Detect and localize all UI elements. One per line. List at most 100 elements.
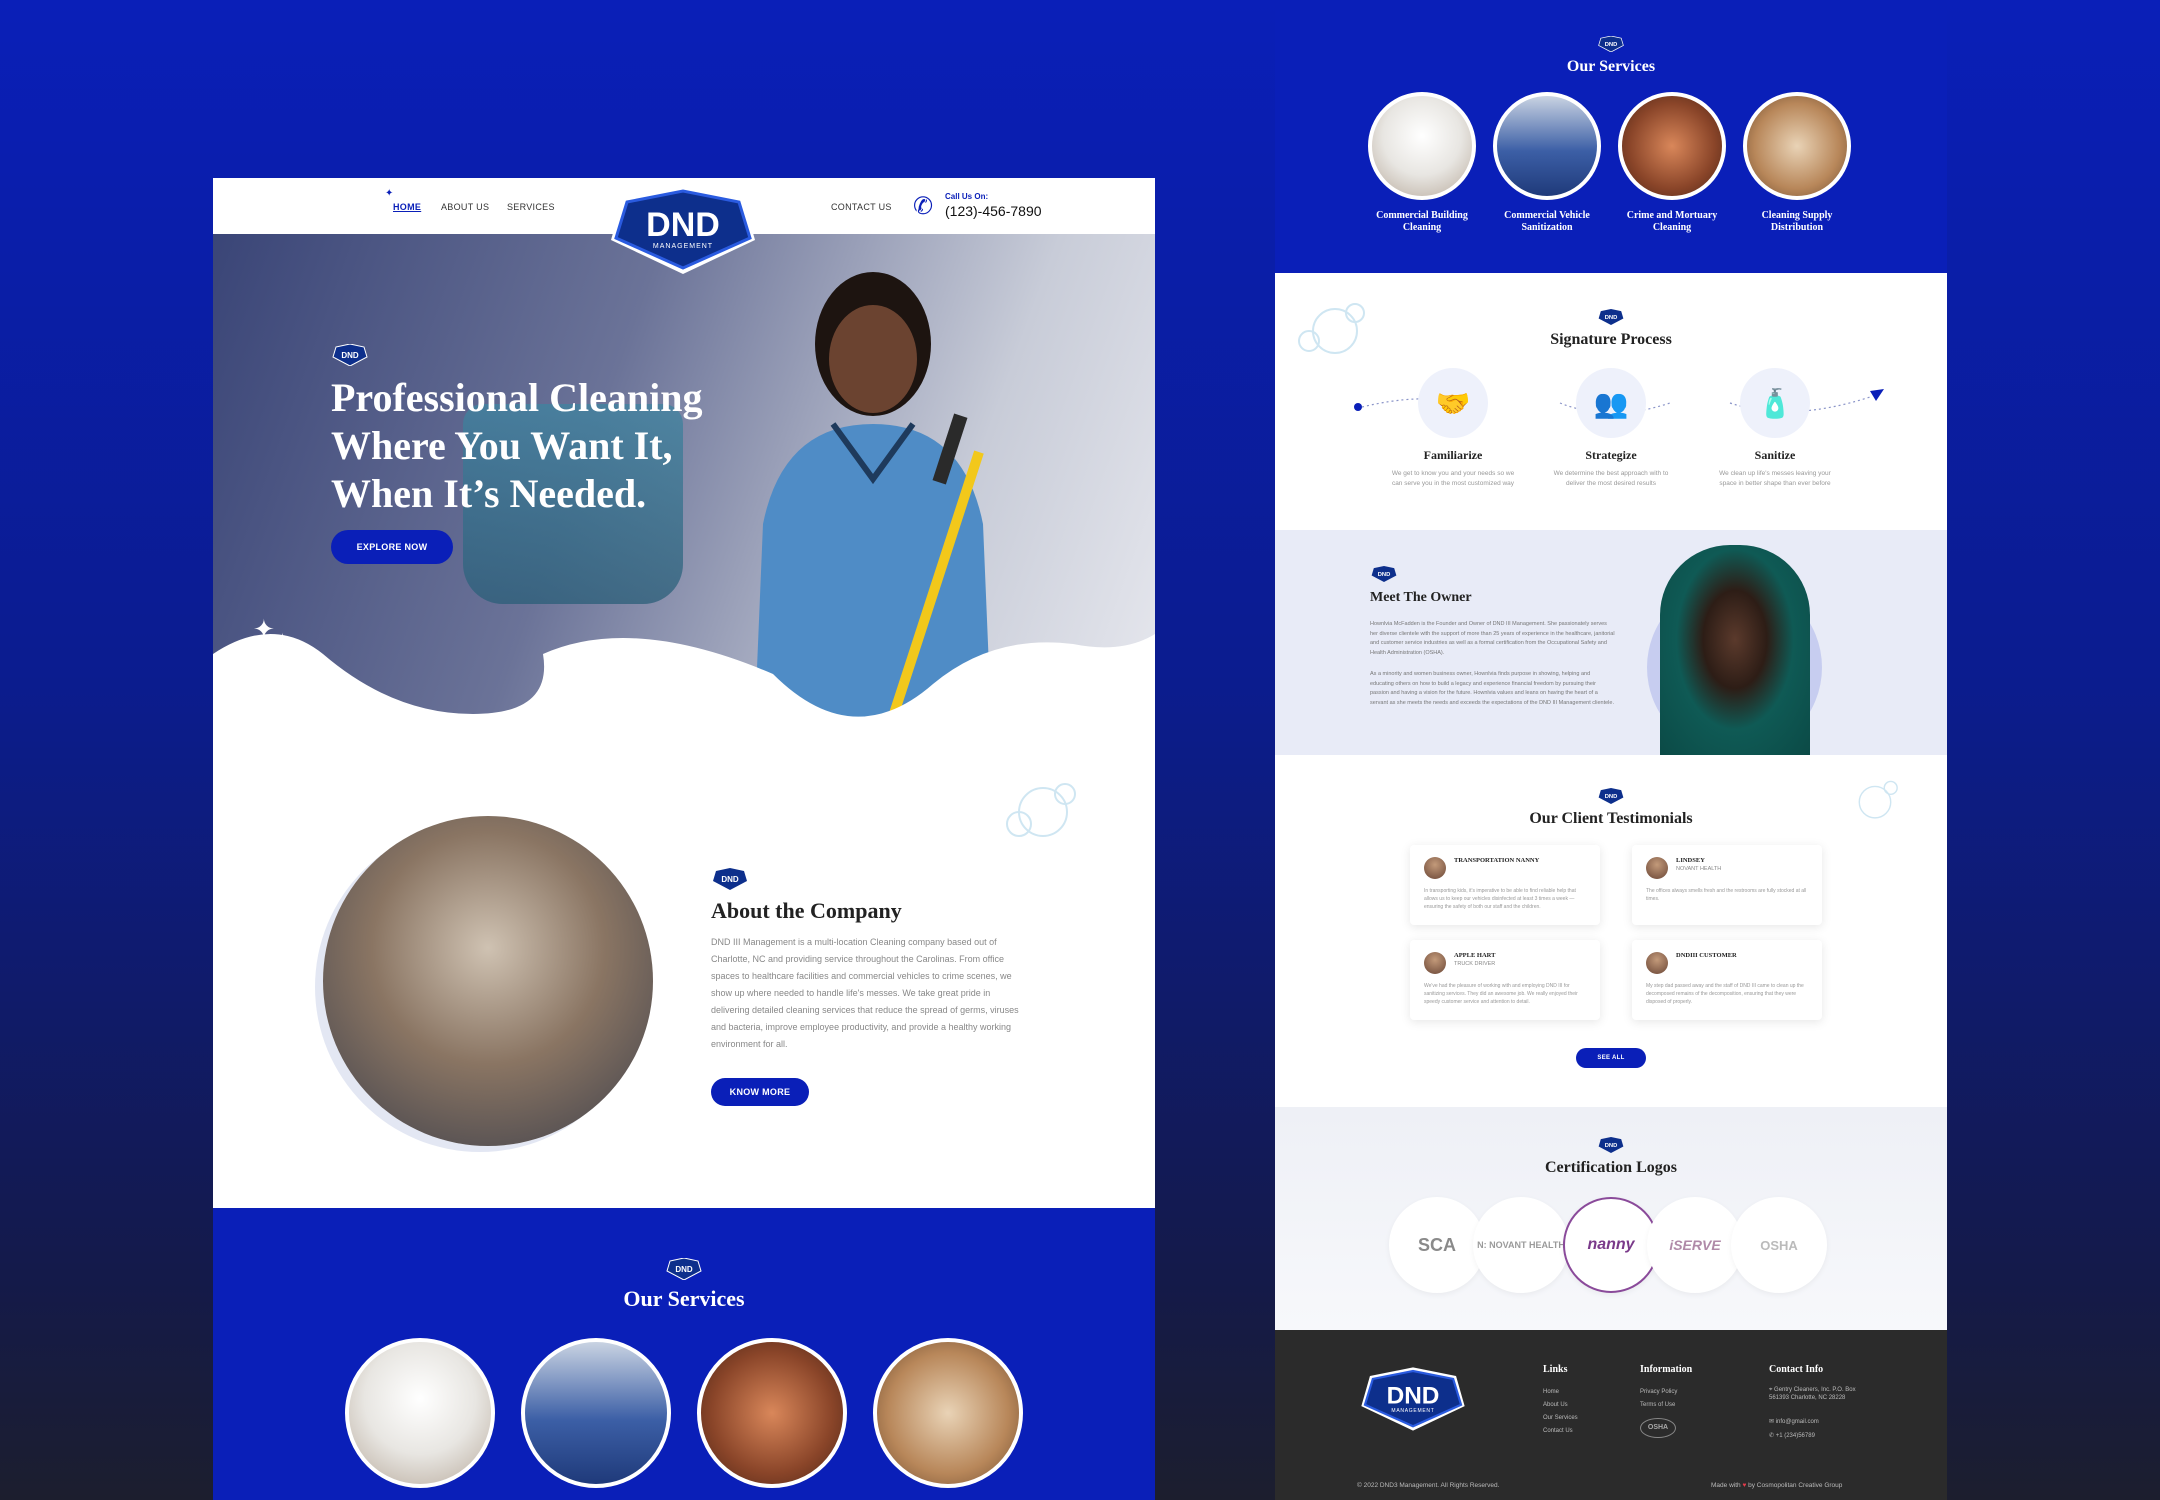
- testimonials-title: Our Client Testimonials: [1529, 810, 1693, 827]
- know-more-button[interactable]: KNOW MORE: [711, 1078, 809, 1106]
- testimonial-card: APPLE HART TRUCK DRIVER We've had the pl…: [1410, 940, 1600, 1020]
- testimonial-name: DNDIII CUSTOMER: [1676, 952, 1737, 959]
- logo-text: DND: [1387, 1382, 1440, 1409]
- hero-title: Professional Cleaning Where You Want It,…: [331, 375, 703, 516]
- service-label[interactable]: Crime and Mortuary Cleaning: [1617, 210, 1727, 234]
- footer-phone[interactable]: ✆ +1 (234)56789: [1769, 1430, 1815, 1443]
- about-photo: [323, 816, 653, 1146]
- service-image-crime[interactable]: [1618, 92, 1726, 200]
- testimonial-text: We've had the pleasure of working with a…: [1424, 983, 1578, 1005]
- phone-icon: ✆: [913, 193, 934, 220]
- cert-logo-osha: OSHA: [1731, 1197, 1827, 1293]
- badge-text: DND: [1378, 572, 1391, 578]
- footer-link[interactable]: Terms of Use: [1640, 1399, 1677, 1412]
- footer: DND MANAGEMENT Links Home About Us Our S…: [1275, 1330, 1947, 1500]
- explore-now-button[interactable]: EXPLORE NOW: [331, 530, 453, 564]
- owner-photo: [1660, 545, 1810, 755]
- see-all-button[interactable]: SEE ALL: [1576, 1048, 1646, 1068]
- footer-link[interactable]: Our Services: [1543, 1412, 1578, 1425]
- step-title: Familiarize: [1423, 448, 1483, 462]
- testimonials-section: DND Our Client Testimonials TRANSPORTATI…: [1275, 755, 1947, 1107]
- step-desc: We clean up life's messes leaving your s…: [1719, 470, 1831, 487]
- cert-logo-nanny: nanny: [1563, 1197, 1659, 1293]
- process-title: Signature Process: [1550, 331, 1672, 348]
- sparkle-icon: ✦: [711, 704, 727, 724]
- logo-badge: DND: [1598, 36, 1624, 52]
- service-label[interactable]: Commercial Vehicle Sanitization: [1492, 210, 1602, 234]
- services-logo-badge: DND: [666, 1258, 702, 1280]
- hero-section: DND Professional Cleaning Where You Want…: [213, 234, 1155, 754]
- step-desc: We determine the best approach with to d…: [1553, 470, 1669, 487]
- sparkle-icon: ✦: [253, 614, 275, 644]
- phone-text[interactable]: +1 (234)56789: [1776, 1433, 1815, 1439]
- call-label: Call Us On:: [945, 192, 989, 201]
- nav-contact-link[interactable]: CONTACT US: [831, 202, 892, 212]
- services-title-right: Our Services: [1566, 58, 1656, 75]
- nav-home-link[interactable]: HOME: [393, 202, 421, 212]
- about-section: DND About the Company DND III Management…: [213, 754, 1155, 1208]
- badge-text: DND: [721, 875, 739, 884]
- process-step-strategize: 👥 Strategize We determine the best appro…: [1546, 368, 1676, 489]
- service-image-building[interactable]: [1368, 92, 1476, 200]
- testimonial-card: LINDSEY NOVANT HEALTH The offices always…: [1632, 845, 1822, 925]
- copyright: © 2022 DND3 Management. All Rights Reser…: [1357, 1482, 1500, 1489]
- testimonial-text: The offices always smells fresh and the …: [1646, 888, 1807, 902]
- cert-logo-novant: N: NOVANT HEALTH: [1473, 1197, 1569, 1293]
- service-image-supply[interactable]: [873, 1338, 1023, 1488]
- footer-contact-title: Contact Info: [1769, 1364, 1824, 1375]
- service-image-vehicle[interactable]: [521, 1338, 671, 1488]
- about-body: DND III Management is a multi-location C…: [711, 937, 1019, 1049]
- about-logo-badge: DND: [713, 868, 747, 890]
- hero-logo-badge: DND: [332, 344, 368, 366]
- team-meeting-icon: 👥: [1576, 368, 1646, 438]
- footer-links-list: Home About Us Our Services Contact Us: [1543, 1386, 1578, 1438]
- spray-bottle-icon: 🧴: [1740, 368, 1810, 438]
- step-title: Sanitize: [1754, 448, 1796, 462]
- badge-text: DND: [1605, 794, 1618, 800]
- signature-process-section: DND Signature Process 🤝 Familiarize We g…: [1275, 273, 1947, 530]
- email-text[interactable]: info@gmail.com: [1776, 1419, 1819, 1425]
- nav-about-link[interactable]: ABOUT US: [441, 202, 489, 212]
- services-title: Our Services: [623, 1286, 745, 1311]
- services-section: DND Our Services: [213, 1208, 1155, 1500]
- address-text: Gentry Cleaners, Inc. P.O. Box 561393 Ch…: [1769, 1387, 1856, 1401]
- nav-services-link[interactable]: SERVICES: [507, 202, 555, 212]
- badge-text: DND: [1605, 315, 1618, 321]
- process-step-familiarize: 🤝 Familiarize We get to know you and you…: [1388, 368, 1518, 489]
- homepage-mockup-main: ✦ HOME ABOUT US SERVICES CONTACT US ✆ Ca…: [213, 178, 1155, 1500]
- phone-number[interactable]: (123)-456-7890: [945, 203, 1042, 219]
- footer-link[interactable]: Contact Us: [1543, 1425, 1578, 1438]
- made-suffix[interactable]: by Cosmopolitan Creative Group: [1748, 1482, 1842, 1489]
- logo-badge: DND: [1598, 309, 1624, 325]
- bubbles-decoration: [1006, 783, 1076, 837]
- avatar: [1646, 952, 1668, 974]
- service-image-building[interactable]: [345, 1338, 495, 1488]
- footer-logo[interactable]: DND MANAGEMENT: [1357, 1366, 1469, 1432]
- service-label[interactable]: Commercial Building Cleaning: [1367, 210, 1477, 234]
- testimonial-text: In transporting kids, it's imperative to…: [1424, 888, 1576, 910]
- dnd-logo[interactable]: DND MANAGEMENT: [605, 184, 761, 276]
- certification-section: DND Certification Logos SCA N: NOVANT HE…: [1275, 1107, 1947, 1330]
- footer-link[interactable]: Home: [1543, 1386, 1578, 1399]
- made-prefix: Made with: [1711, 1482, 1741, 1489]
- logo-badge: DND: [1371, 566, 1397, 582]
- badge-text: DND: [675, 1265, 693, 1274]
- service-image-vehicle[interactable]: [1493, 92, 1601, 200]
- footer-email[interactable]: ✉ info@gmail.com: [1769, 1416, 1819, 1429]
- owner-title: Meet The Owner: [1370, 590, 1472, 605]
- logo-text: DND: [646, 206, 720, 244]
- avatar: [1424, 857, 1446, 879]
- testimonial-name: TRANSPORTATION NANNY: [1454, 857, 1540, 864]
- service-image-crime[interactable]: [697, 1338, 847, 1488]
- cert-logo-iserve: iSERVE: [1647, 1197, 1743, 1293]
- service-image-supply[interactable]: [1743, 92, 1851, 200]
- services-section-right: DND Our Services Commercial Building Cle…: [1275, 0, 1947, 273]
- service-label[interactable]: Cleaning Supply Distribution: [1742, 210, 1852, 234]
- footer-link[interactable]: Privacy Policy: [1640, 1386, 1677, 1399]
- testimonial-role: TRUCK DRIVER: [1454, 961, 1496, 967]
- heart-icon: ♥: [1742, 1482, 1747, 1489]
- avatar: [1424, 952, 1446, 974]
- testimonial-name: APPLE HART: [1454, 952, 1496, 959]
- testimonial-card: DNDIII CUSTOMER My step dad passed away …: [1632, 940, 1822, 1020]
- footer-link[interactable]: About Us: [1543, 1399, 1578, 1412]
